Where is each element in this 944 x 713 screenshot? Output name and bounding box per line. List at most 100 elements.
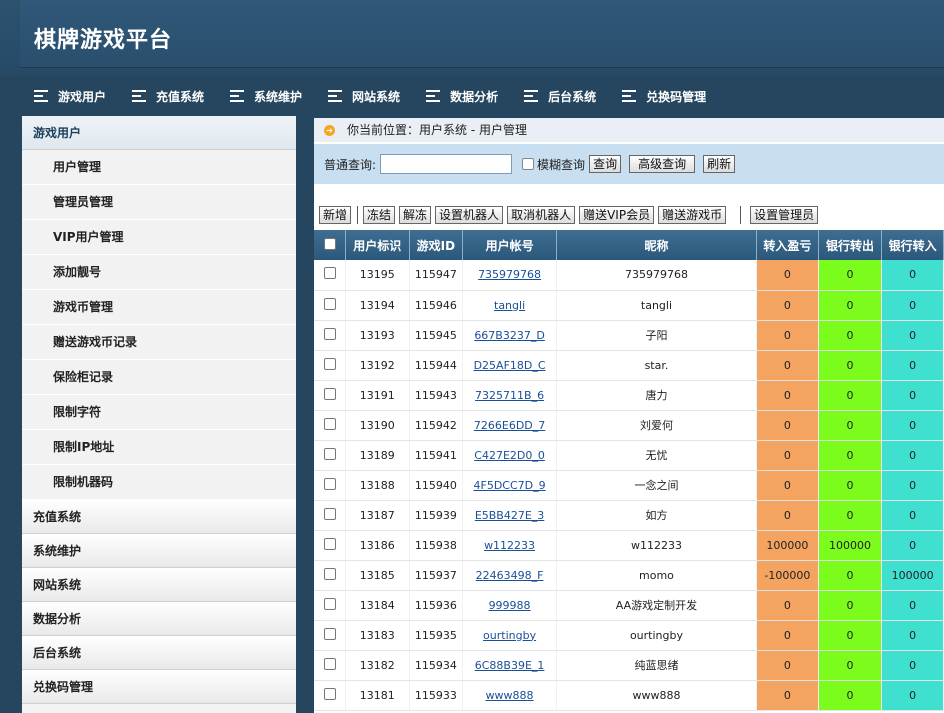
search-input[interactable] [380,154,513,174]
cell-account[interactable]: 4F5DCC7D_9 [462,470,557,501]
cell-account[interactable]: 999988 [462,590,557,621]
row-checkbox[interactable] [323,627,336,640]
toolbar-divider [357,206,359,224]
row-checkbox[interactable] [323,447,336,460]
cell-account[interactable]: 22463498_F [462,560,557,591]
sidebar-group[interactable]: 兑换码管理 [22,670,296,704]
cell-account[interactable]: tangli [462,290,557,321]
col-bank-in[interactable]: 银行转入 [881,230,944,260]
row-select-cell[interactable] [314,470,347,501]
sidebar-group[interactable]: 系统维护 [22,534,296,568]
row-checkbox[interactable] [323,357,336,370]
table-row: 13195 115947 735979768 735979768 0 0 0 [314,260,944,291]
row-select-cell[interactable] [314,620,347,651]
sidebar-item[interactable]: 限制字符 [22,395,296,430]
fuzzy-search-checkbox[interactable] [522,158,535,170]
sidebar-item[interactable]: 保险柜记录 [22,360,296,395]
row-select-cell[interactable] [314,440,347,471]
unfreeze-button[interactable]: 解冻 [399,206,432,224]
advanced-query-button[interactable]: 高级查询 [629,155,696,173]
select-all-header[interactable] [314,230,347,260]
breadcrumb-text: 你当前位置：用户系统 - 用户管理 [347,123,527,137]
sidebar-item[interactable]: 管理员管理 [22,185,296,220]
row-select-cell[interactable] [314,560,347,591]
row-checkbox[interactable] [323,507,336,520]
row-select-cell[interactable] [314,320,347,351]
cell-account[interactable]: 7325711B_6 [462,380,557,411]
sidebar-group[interactable]: 数据分析 [22,602,296,636]
row-select-cell[interactable] [314,680,347,711]
gift-coins-button[interactable]: 赠送游戏币 [658,206,727,224]
freeze-button[interactable]: 冻结 [363,206,396,224]
cell-account[interactable]: 6C88B39E_1 [462,650,557,681]
sidebar-item[interactable]: 限制IP地址 [22,430,296,465]
cell-account[interactable]: C427E2D0_0 [462,440,557,471]
topnav-item[interactable]: 后台系统 [524,88,596,105]
sidebar-group[interactable]: 充值系统 [22,500,296,534]
cell-account[interactable]: 667B3237_D [462,320,557,351]
sidebar-item[interactable]: VIP用户管理 [22,220,296,255]
topnav-item[interactable]: 充值系统 [132,88,204,105]
sidebar-item[interactable]: 赠送游戏币记录 [22,325,296,360]
row-checkbox[interactable] [323,687,336,700]
cell-account[interactable]: D25AF18D_C [462,350,557,381]
row-select-cell[interactable] [314,590,347,621]
set-admin-button[interactable]: 设置管理员 [750,206,819,224]
cell-account[interactable]: ourtingby [462,620,557,651]
menu-icon [132,90,147,102]
sidebar-item[interactable]: 限制机器码 [22,465,296,500]
row-select-cell[interactable] [314,350,347,381]
sidebar-item[interactable]: 游戏币管理 [22,290,296,325]
cell-bank-out: 0 [818,650,883,681]
cell-account[interactable]: 7266E6DD_7 [462,410,557,441]
col-user-id[interactable]: 用户标识 [345,230,410,260]
sidebar-group[interactable]: 后台系统 [22,636,296,670]
row-select-cell[interactable] [314,290,347,321]
row-checkbox[interactable] [323,297,336,310]
col-game-id[interactable]: 游戏ID [409,230,464,260]
row-select-cell[interactable] [314,500,347,531]
sidebar-item[interactable]: 添加靓号 [22,255,296,290]
row-checkbox[interactable] [323,597,336,610]
row-checkbox[interactable] [323,567,336,580]
row-select-cell[interactable] [314,530,347,561]
topnav-item[interactable]: 游戏用户 [34,88,106,105]
row-select-cell[interactable] [314,380,347,411]
cell-bank-out: 0 [818,410,883,441]
cell-account[interactable]: E5BB427E_3 [462,500,557,531]
topnav-item[interactable]: 网站系统 [328,88,400,105]
gift-vip-button[interactable]: 赠送VIP会员 [579,206,655,224]
row-checkbox[interactable] [323,327,336,340]
row-select-cell[interactable] [314,650,347,681]
row-checkbox[interactable] [323,657,336,670]
col-account[interactable]: 用户帐号 [462,230,557,260]
cell-bank-out: 0 [818,260,883,291]
cell-bank-out: 0 [818,380,883,411]
row-checkbox[interactable] [323,417,336,430]
row-checkbox[interactable] [323,477,336,490]
cancel-robot-button[interactable]: 取消机器人 [507,206,576,224]
cell-account[interactable]: www888 [462,680,557,711]
row-checkbox[interactable] [323,387,336,400]
row-checkbox[interactable] [323,537,336,550]
row-select-cell[interactable] [314,410,347,441]
set-robot-button[interactable]: 设置机器人 [435,206,504,224]
query-button[interactable]: 查询 [589,155,622,173]
select-all-checkbox[interactable] [323,237,336,250]
col-nickname[interactable]: 昵称 [556,230,758,260]
topnav-item[interactable]: 数据分析 [426,88,498,105]
topnav-item[interactable]: 兑换码管理 [622,88,706,105]
cell-account[interactable]: w112233 [462,530,557,561]
sidebar-group-game-users[interactable]: 游戏用户 [22,116,296,150]
row-checkbox[interactable] [323,267,336,280]
add-button[interactable]: 新增 [319,206,352,224]
col-bank-out[interactable]: 银行转出 [818,230,883,260]
sidebar-group[interactable]: 网站系统 [22,568,296,602]
refresh-button[interactable]: 刷新 [703,155,736,173]
sidebar-item[interactable]: 用户管理 [22,150,296,185]
topnav-item[interactable]: 系统维护 [230,88,302,105]
cell-account[interactable]: 735979768 [462,260,557,291]
cell-game-id: 115934 [409,650,464,681]
row-select-cell[interactable] [314,260,347,291]
col-transfer-in[interactable]: 转入盈亏 [756,230,819,260]
